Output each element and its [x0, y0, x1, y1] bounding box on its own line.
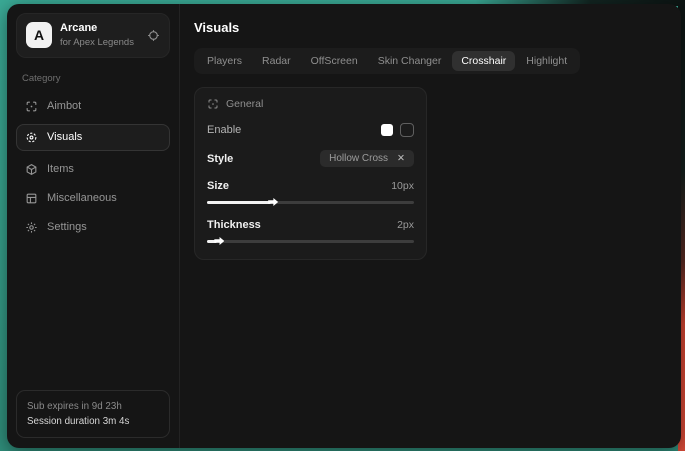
thickness-slider-track	[207, 240, 414, 243]
enable-row: Enable	[207, 123, 414, 137]
tab-crosshair[interactable]: Crosshair	[452, 51, 515, 71]
tab-bar: Players Radar OffScreen Skin Changer Cro…	[194, 48, 580, 74]
tab-radar[interactable]: Radar	[253, 51, 300, 71]
settings-gear-icon	[25, 221, 38, 234]
visuals-eye-icon	[25, 131, 38, 144]
sidebar: A Arcane for Apex Legends Category Aimbo	[7, 4, 180, 448]
app-window: A Arcane for Apex Legends Category Aimbo	[7, 4, 681, 448]
sidebar-item-label: Miscellaneous	[47, 192, 117, 204]
sidebar-item-label: Visuals	[47, 131, 82, 143]
main-content: Visuals Players Radar OffScreen Skin Cha…	[180, 4, 681, 448]
thickness-slider-thumb[interactable]	[214, 237, 224, 245]
tab-skin-changer[interactable]: Skin Changer	[369, 51, 451, 71]
color-swatch[interactable]	[381, 124, 393, 136]
tab-players[interactable]: Players	[198, 51, 251, 71]
misc-grid-icon	[25, 192, 38, 205]
enable-label: Enable	[207, 124, 241, 136]
brand-subtitle: for Apex Legends	[60, 37, 139, 49]
style-label: Style	[207, 153, 233, 165]
page-title: Visuals	[194, 20, 667, 35]
sidebar-item-aimbot[interactable]: Aimbot	[16, 93, 170, 120]
sidebar-item-visuals[interactable]: Visuals	[16, 124, 170, 151]
enable-checkbox[interactable]	[400, 123, 414, 137]
size-value: 10px	[391, 180, 414, 192]
subscription-info-card: Sub expires in 9d 23h Session duration 3…	[16, 390, 170, 438]
brand-title: Arcane	[60, 22, 139, 36]
sidebar-item-label: Settings	[47, 221, 87, 233]
thickness-row: Thickness 2px	[207, 219, 414, 231]
brand-logo: A	[26, 22, 52, 48]
scan-crosshair-icon	[207, 98, 219, 110]
panel-header-label: General	[226, 98, 263, 110]
thickness-label: Thickness	[207, 219, 261, 231]
general-panel: General Enable Style Hollow Cross ✕	[194, 87, 427, 260]
tab-offscreen[interactable]: OffScreen	[302, 51, 367, 71]
brand-card: A Arcane for Apex Legends	[16, 13, 170, 58]
size-slider[interactable]	[207, 198, 414, 206]
size-slider-fill	[207, 201, 271, 204]
brand-text: Arcane for Apex Legends	[60, 22, 139, 49]
style-select-tag[interactable]: Hollow Cross ✕	[320, 150, 414, 167]
category-label: Category	[22, 73, 164, 84]
thickness-slider[interactable]	[207, 237, 414, 245]
tab-highlight[interactable]: Highlight	[517, 51, 576, 71]
sidebar-item-settings[interactable]: Settings	[16, 214, 170, 241]
crosshair-icon[interactable]	[147, 29, 160, 42]
x-close-icon[interactable]: ✕	[397, 153, 405, 164]
style-value: Hollow Cross	[329, 153, 388, 164]
size-row: Size 10px	[207, 180, 414, 192]
sidebar-spacer	[16, 242, 170, 390]
style-row: Style Hollow Cross ✕	[207, 150, 414, 167]
items-box-icon	[25, 163, 38, 176]
sidebar-item-items[interactable]: Items	[16, 156, 170, 183]
size-slider-thumb[interactable]	[268, 198, 278, 206]
sidebar-item-miscellaneous[interactable]: Miscellaneous	[16, 185, 170, 212]
sub-expires-text: Sub expires in 9d 23h	[27, 399, 159, 414]
panel-header: General	[207, 98, 414, 110]
enable-controls	[381, 123, 414, 137]
sidebar-item-label: Aimbot	[47, 100, 81, 112]
sidebar-item-label: Items	[47, 163, 74, 175]
size-label: Size	[207, 180, 229, 192]
aimbot-crosshair-icon	[25, 100, 38, 113]
thickness-value: 2px	[397, 219, 414, 231]
session-duration-text: Session duration 3m 4s	[27, 414, 159, 429]
